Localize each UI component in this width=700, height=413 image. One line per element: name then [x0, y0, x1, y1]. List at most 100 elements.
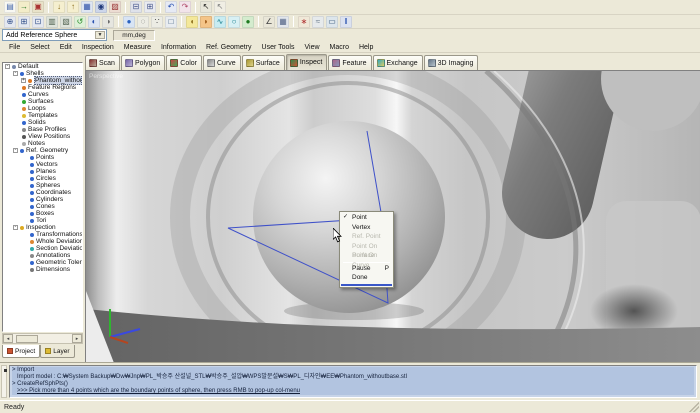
zoom-icon[interactable]: ⊕: [4, 16, 16, 28]
select-arrow-icon[interactable]: ↖: [200, 1, 212, 13]
select-region-orange-icon[interactable]: ◗: [200, 16, 212, 28]
menu-measure[interactable]: Measure: [119, 44, 156, 51]
print-icon[interactable]: ⊟: [130, 1, 142, 13]
collapse-icon[interactable]: -: [13, 71, 18, 76]
tree-item-surfaces[interactable]: Surfaces: [3, 98, 82, 105]
tree-item-cones[interactable]: Cones: [3, 203, 82, 210]
tree-item-transformations[interactable]: Transformations: [3, 231, 82, 238]
mesh-grid-icon[interactable]: ▦: [277, 16, 289, 28]
sphere-tool-icon[interactable]: ●: [242, 16, 254, 28]
pointcloud-mode-icon[interactable]: ∵: [151, 16, 163, 28]
command-combobox[interactable]: Add Reference Sphere ▼: [2, 29, 107, 41]
tab-3d-imaging[interactable]: 3D Imaging: [424, 55, 479, 70]
tree-item-coordinates[interactable]: Coordinates: [3, 189, 82, 196]
tab-curve[interactable]: Curve: [203, 55, 241, 70]
tree-item-templates[interactable]: Templates: [3, 112, 82, 119]
console-output[interactable]: > ImportImport model : C:₩System Backup₩…: [9, 365, 697, 398]
export-icon[interactable]: ↑: [67, 1, 79, 13]
tree-item-points[interactable]: Points: [3, 154, 82, 161]
snapshot-icon[interactable]: ▨: [109, 1, 121, 13]
tree-item-default[interactable]: -Default: [3, 63, 82, 70]
resize-grip-icon[interactable]: [689, 402, 699, 412]
ruler-icon[interactable]: ‖: [340, 16, 352, 28]
collapse-icon[interactable]: -: [13, 148, 18, 153]
image-icon[interactable]: ▦: [81, 1, 93, 13]
tree-item-tori[interactable]: Tori: [3, 217, 82, 224]
tree-item-loops[interactable]: Loops: [3, 105, 82, 112]
print-preview-icon[interactable]: ⊞: [144, 1, 156, 13]
panel-tab-project[interactable]: Project: [2, 345, 40, 358]
tree-item-geometric-tolerances[interactable]: Geometric Tolerances: [3, 259, 82, 266]
tab-surface[interactable]: Surface: [242, 55, 285, 70]
cloud-tool-icon[interactable]: ≈: [312, 16, 324, 28]
scroll-right-icon[interactable]: ▸: [72, 334, 82, 343]
tree-item-feature-regions[interactable]: Feature Regions: [3, 84, 82, 91]
menu-select[interactable]: Select: [25, 44, 54, 51]
tab-feature[interactable]: Feature: [328, 55, 371, 70]
zoom-fit-icon[interactable]: ⊡: [32, 16, 44, 28]
zoom-window-icon[interactable]: ⊞: [18, 16, 30, 28]
menu-ref-geometry[interactable]: Ref. Geometry: [201, 44, 257, 51]
collapse-icon[interactable]: -: [13, 225, 18, 230]
tree-item-planes[interactable]: Planes: [3, 168, 82, 175]
camera-icon[interactable]: ◉: [95, 1, 107, 13]
render-smooth-icon[interactable]: ◐: [88, 16, 100, 28]
tab-scan[interactable]: Scan: [85, 55, 120, 70]
view-iso-icon[interactable]: ▧: [60, 16, 72, 28]
scroll-left-icon[interactable]: ◂: [3, 334, 13, 343]
tree-item-annotations[interactable]: Annotations: [3, 252, 82, 259]
select-region-yellow-icon[interactable]: ◖: [186, 16, 198, 28]
pick-arrow-icon[interactable]: ↖: [214, 1, 226, 13]
tab-inspect[interactable]: Inspect: [286, 54, 328, 70]
tree-item-section-deviations[interactable]: Section Deviations: [3, 245, 82, 252]
split-window-icon[interactable]: □: [165, 16, 177, 28]
tab-exchange[interactable]: Exchange: [373, 55, 423, 70]
tab-color[interactable]: Color: [166, 55, 202, 70]
expand-icon[interactable]: +: [21, 78, 26, 83]
tree-item-phantom-withoutbas[interactable]: +Phantom_withoutbas: [3, 77, 82, 84]
select-lasso-icon[interactable]: ∿: [214, 16, 226, 28]
tree-item-ref-geometry[interactable]: -Ref. Geometry: [3, 147, 82, 154]
console-gutter[interactable]: [1, 365, 7, 398]
tree-item-notes[interactable]: Notes: [3, 140, 82, 147]
tree-item-boxes[interactable]: Boxes: [3, 210, 82, 217]
splitter-grip-icon[interactable]: [4, 369, 7, 372]
refresh-view-icon[interactable]: ↺: [74, 16, 86, 28]
import-icon[interactable]: ↓: [53, 1, 65, 13]
tree-item-spheres[interactable]: Spheres: [3, 182, 82, 189]
tree-item-solids[interactable]: Solids: [3, 119, 82, 126]
tree-item-cylinders[interactable]: Cylinders: [3, 196, 82, 203]
menu-macro[interactable]: Macro: [325, 44, 354, 51]
tree-item-inspection[interactable]: -Inspection: [3, 224, 82, 231]
open-file-icon[interactable]: →: [18, 1, 30, 13]
tree-item-curves[interactable]: Curves: [3, 91, 82, 98]
menu-information[interactable]: Information: [156, 44, 201, 51]
menu-edit[interactable]: Edit: [55, 44, 77, 51]
view-orient-icon[interactable]: ▥: [46, 16, 58, 28]
tab-polygon[interactable]: Polygon: [121, 55, 165, 70]
chevron-down-icon[interactable]: ▼: [95, 31, 105, 39]
context-menu-item-vertex[interactable]: Vertex: [341, 223, 392, 233]
select-circle-icon[interactable]: ○: [228, 16, 240, 28]
tree-item-dimensions[interactable]: Dimensions: [3, 266, 82, 273]
tree-horizontal-scrollbar[interactable]: ◂ ▸: [2, 333, 83, 344]
tree-item-vectors[interactable]: Vectors: [3, 161, 82, 168]
context-menu-item-pause[interactable]: PauseP: [341, 264, 392, 274]
menu-file[interactable]: File: [4, 44, 25, 51]
menu-user-tools[interactable]: User Tools: [257, 44, 300, 51]
shaded-mode-icon[interactable]: ●: [123, 16, 135, 28]
menu-inspection[interactable]: Inspection: [77, 44, 119, 51]
tree-item-view-positions[interactable]: View Positions: [3, 133, 82, 140]
new-document-icon[interactable]: ▤: [4, 1, 16, 13]
collapse-icon[interactable]: -: [5, 64, 10, 69]
tree-item-whole-deviations[interactable]: Whole Deviations: [3, 238, 82, 245]
measure-angle-icon[interactable]: ∠: [263, 16, 275, 28]
redo-icon[interactable]: ↷: [179, 1, 191, 13]
menu-help[interactable]: Help: [354, 44, 378, 51]
tree-item-circles[interactable]: Circles: [3, 175, 82, 182]
context-menu-item-done[interactable]: Done: [341, 273, 392, 283]
context-menu-item-point[interactable]: ✓Point: [341, 213, 392, 223]
save-icon[interactable]: ▣: [32, 1, 44, 13]
wireframe-mode-icon[interactable]: ◌: [137, 16, 149, 28]
scrollbar-thumb[interactable]: [16, 335, 38, 343]
